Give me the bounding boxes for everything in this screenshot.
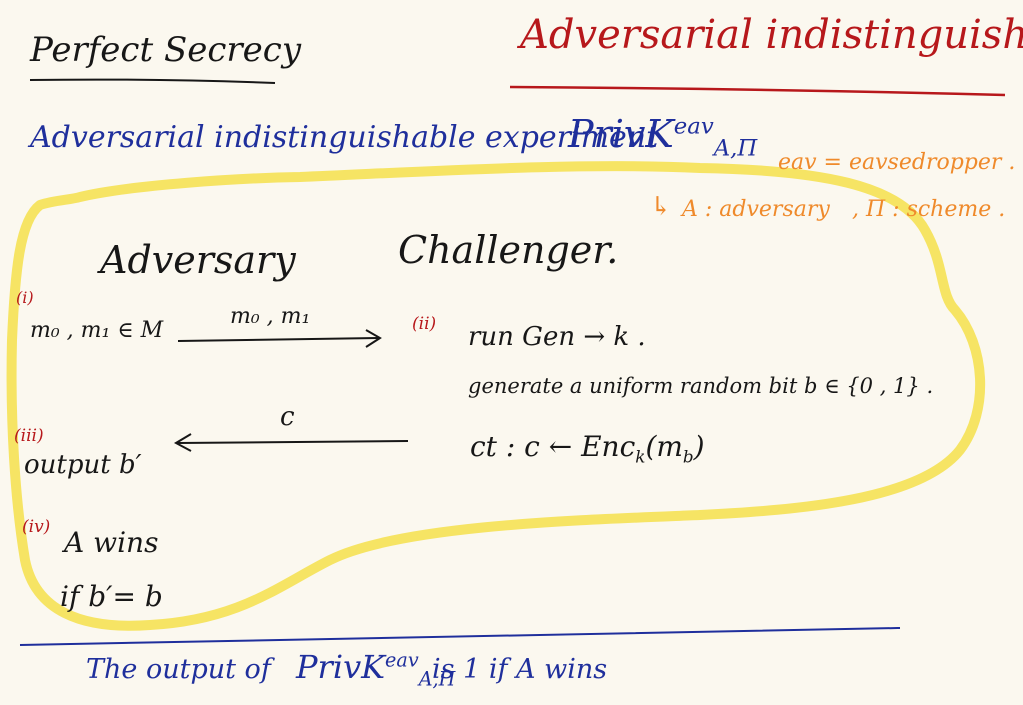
ciphertext-main: ct : c ← Enc bbox=[470, 430, 636, 463]
footer-priv-k-sup: eav bbox=[385, 648, 419, 672]
step-ii-marker: (ii) bbox=[412, 314, 437, 334]
perfect-secrecy-underline bbox=[29, 78, 276, 84]
arrow-label-ciphertext: c bbox=[280, 402, 295, 432]
note-adversary: A : adversary bbox=[682, 197, 830, 222]
adversary-wins: A wins bbox=[64, 526, 159, 559]
bottom-divider bbox=[19, 627, 901, 646]
priv-k-sub: A,Π bbox=[713, 135, 758, 162]
ciphertext-close: ) bbox=[693, 430, 705, 463]
whiteboard-page: Perfect Secrecy Adversarial indistinguis… bbox=[0, 0, 1023, 705]
arrow-to-challenger bbox=[177, 337, 379, 342]
adversary-label: Adversary bbox=[100, 238, 296, 282]
ciphertext-b-sub: b bbox=[682, 446, 694, 467]
output-b-prime: output b′ bbox=[24, 450, 142, 480]
step-i-marker: (i) bbox=[16, 288, 34, 307]
note-eav: eav = eavsedropper . bbox=[778, 150, 1016, 175]
step-iii-marker: (iii) bbox=[14, 426, 44, 446]
arrow-to-adversary bbox=[177, 440, 409, 444]
note-scheme: , Π : scheme . bbox=[852, 197, 1006, 222]
arrow-label-messages: m₀ , m₁ bbox=[230, 304, 311, 329]
footer-priv-k-symbol: PrivK bbox=[296, 648, 386, 686]
section-title: Adversarial indistinguishable experiment bbox=[30, 120, 659, 155]
win-condition: if b′= b bbox=[60, 580, 163, 613]
footer-prefix: The output of bbox=[86, 654, 271, 685]
note-arrow: ↳ bbox=[650, 192, 672, 222]
challenger-label: Challenger. bbox=[398, 228, 619, 272]
ciphertext-line: ct : c ← Enck(mb) bbox=[470, 430, 705, 467]
priv-k-sup: eav bbox=[673, 113, 714, 140]
page-title: Adversarial indistinguishability bbox=[520, 12, 1023, 58]
left-title: Perfect Secrecy bbox=[30, 30, 302, 70]
footer-suffix: is 1 if A wins bbox=[432, 654, 608, 685]
ciphertext-paren: (m bbox=[645, 430, 683, 463]
run-gen: run Gen → k . bbox=[468, 322, 646, 352]
priv-k-heading: PrivKeavA,Π bbox=[568, 112, 757, 162]
ciphertext-key-sub: k bbox=[635, 446, 646, 467]
adversary-messages: m₀ , m₁ ∈ M bbox=[30, 318, 164, 343]
generate-bit: generate a uniform random bit b ∈ {0 , 1… bbox=[468, 374, 934, 398]
priv-k-symbol: PrivK bbox=[568, 112, 674, 156]
step-iv-marker: (iv) bbox=[22, 517, 51, 537]
title-underline bbox=[509, 85, 1006, 97]
